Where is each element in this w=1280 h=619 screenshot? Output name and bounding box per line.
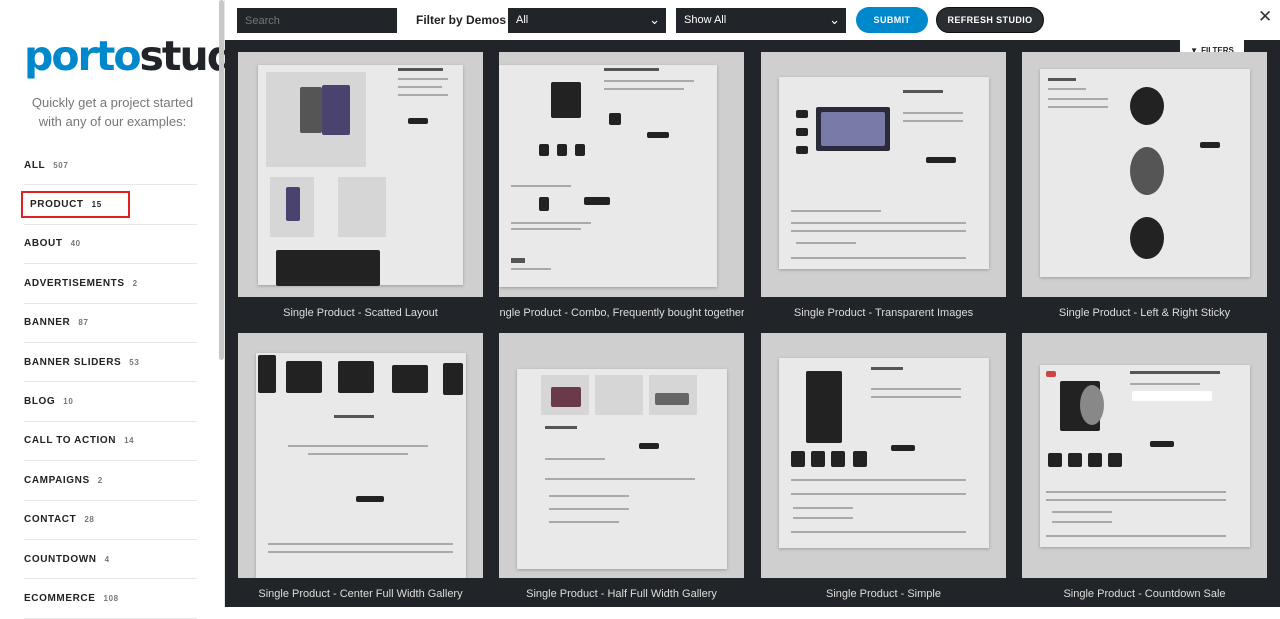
card-thumbnail[interactable] (238, 52, 483, 297)
template-card[interactable]: Single Product - Transparent Images (761, 52, 1006, 329)
category-blog[interactable]: BLOG 10 (24, 382, 197, 422)
refresh-studio-button[interactable]: REFRESH STUDIO (936, 7, 1044, 33)
card-title[interactable]: Single Product - Left & Right Sticky (1022, 297, 1267, 329)
category-banner[interactable]: BANNER 87 (24, 304, 197, 343)
tagline: Quickly get a project started with any o… (31, 95, 194, 129)
card-thumbnail[interactable] (499, 52, 744, 297)
sidebar: portostudio Quickly get a project starte… (0, 0, 274, 619)
category-campaigns[interactable]: CAMPAIGNS 2 (24, 461, 197, 501)
category-banner-sliders[interactable]: BANNER SLIDERS 53 (24, 343, 197, 383)
category-call-to-action[interactable]: CALL TO ACTION 14 (24, 422, 197, 462)
template-card[interactable]: Single Product - Combo, Frequently bough… (499, 52, 744, 329)
card-title[interactable]: Single Product - Transparent Images (761, 297, 1006, 329)
category-product[interactable]: PRODUCT 15 (21, 185, 197, 225)
card-title[interactable]: Single Product - Combo, Frequently bough… (499, 297, 744, 329)
category-list: ALL 507 PRODUCT 15 ABOUT 40 ADVERTISEMENTS 2… (21, 146, 197, 619)
card-thumbnail[interactable] (499, 333, 744, 578)
category-ecommerce[interactable]: ECOMMERCE 108 (24, 579, 197, 619)
toolbar: Filter by Demos All ⌄ Show All ⌄ SUBMIT … (225, 0, 1280, 40)
template-grid: ▼ FILTERS Single Product - Scatted Layou… (225, 40, 1280, 607)
template-card[interactable]: Single Product - Left & Right Sticky (1022, 52, 1267, 329)
search-input[interactable] (237, 8, 397, 33)
chevron-down-icon: ⌄ (829, 12, 840, 27)
category-countdown[interactable]: COUNTDOWN 4 (24, 540, 197, 580)
submit-button[interactable]: SUBMIT (856, 7, 928, 33)
demo-select[interactable]: All ⌄ (508, 8, 666, 33)
category-advertisements[interactable]: ADVERTISEMENTS 2 (24, 264, 197, 304)
card-thumbnail[interactable] (761, 333, 1006, 578)
category-about[interactable]: ABOUT 40 (24, 225, 197, 265)
template-card[interactable]: Single Product - Half Full Width Gallery (499, 333, 744, 607)
category-all[interactable]: ALL 507 (24, 146, 197, 186)
close-icon[interactable]: ✕ (1258, 7, 1272, 27)
card-thumbnail[interactable] (1022, 333, 1267, 578)
card-title[interactable]: Single Product - Half Full Width Gallery (499, 578, 744, 607)
chevron-down-icon: ⌄ (649, 12, 660, 27)
template-card[interactable]: Single Product - Scatted Layout (238, 52, 483, 329)
filter-by-demos-label: Filter by Demos (416, 13, 507, 27)
card-title[interactable]: Single Product - Scatted Layout (238, 297, 483, 329)
card-thumbnail[interactable] (238, 333, 483, 578)
card-title[interactable]: Single Product - Center Full Width Galle… (238, 578, 483, 607)
card-thumbnail[interactable] (761, 52, 1006, 297)
template-card[interactable]: Single Product - Simple (761, 333, 1006, 607)
card-title[interactable]: Single Product - Countdown Sale (1022, 578, 1267, 607)
template-card[interactable]: Single Product - Center Full Width Galle… (238, 333, 483, 607)
card-thumbnail[interactable] (1022, 52, 1267, 297)
show-select[interactable]: Show All ⌄ (676, 8, 846, 33)
sidebar-scrollbar[interactable] (219, 0, 224, 360)
category-contact[interactable]: CONTACT 28 (24, 501, 197, 540)
card-title[interactable]: Single Product - Simple (761, 578, 1006, 607)
template-card[interactable]: Single Product - Countdown Sale (1022, 333, 1267, 607)
